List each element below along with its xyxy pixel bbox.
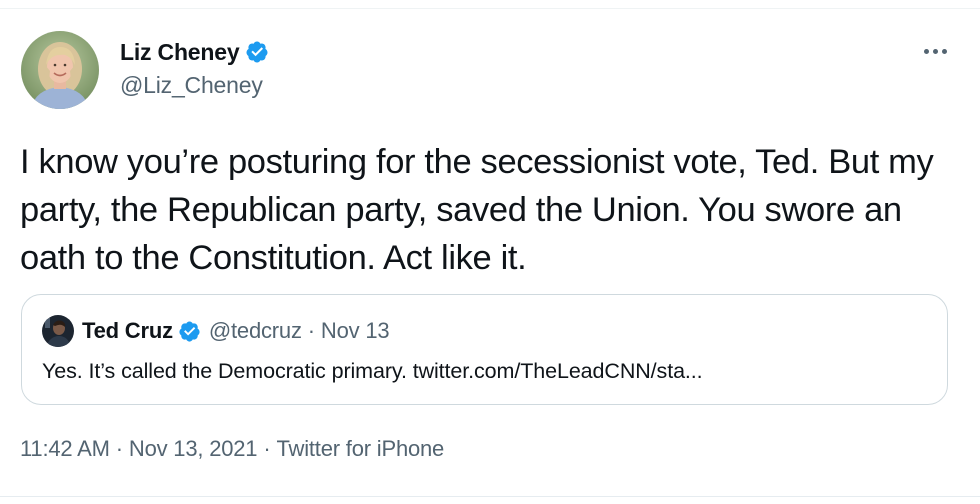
more-horizontal-icon	[923, 48, 947, 54]
tweet-metadata: 11:42 AM · Nov 13, 2021 · Twitter for iPhone	[20, 436, 444, 462]
tweet-date[interactable]: Nov 13, 2021	[129, 436, 258, 461]
quoted-profile-photo-icon	[42, 315, 74, 347]
tweet-card: Liz Cheney @Liz_Cheney I know you’re pos…	[0, 0, 980, 504]
verified-badge-icon	[246, 41, 268, 63]
quoted-date: Nov 13	[320, 318, 390, 343]
author-display-name[interactable]: Liz Cheney	[120, 39, 240, 66]
author-avatar[interactable]	[21, 31, 99, 109]
quoted-tweet-text: Yes. It’s called the Democratic primary.…	[42, 359, 703, 383]
bottom-divider	[0, 496, 980, 497]
quoted-tweet-header: Ted Cruz @tedcruz · Nov 13	[82, 315, 390, 347]
meta-separator: ·	[115, 436, 123, 461]
meta-separator-2: ·	[263, 436, 271, 461]
tweet-time[interactable]: 11:42 AM	[20, 436, 110, 461]
author-name-row[interactable]: Liz Cheney	[120, 36, 269, 68]
more-options-button[interactable]	[915, 36, 955, 66]
quoted-tweet[interactable]: Ted Cruz @tedcruz · Nov 13 Yes. It’s cal…	[21, 294, 948, 405]
top-divider	[0, 8, 980, 9]
profile-photo-icon	[21, 31, 99, 109]
quoted-verified-badge-icon	[179, 320, 200, 342]
tweet-text: I know you’re posturing for the secessio…	[20, 143, 934, 277]
quoted-display-name: Ted Cruz	[82, 318, 173, 343]
quoted-author-avatar	[42, 315, 74, 347]
author-handle[interactable]: @Liz_Cheney	[120, 72, 263, 99]
quoted-handle: @tedcruz	[208, 318, 302, 343]
quoted-separator: ·	[307, 318, 315, 343]
tweet-source[interactable]: Twitter for iPhone	[277, 436, 445, 461]
